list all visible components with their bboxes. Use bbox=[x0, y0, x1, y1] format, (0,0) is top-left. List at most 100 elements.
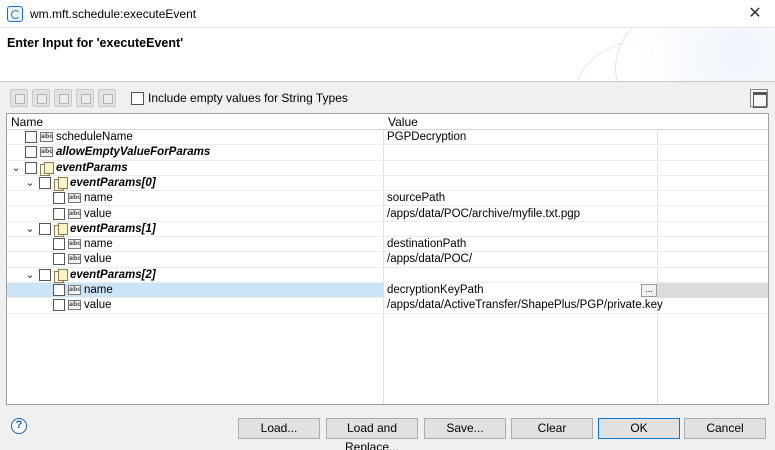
value-cell[interactable] bbox=[384, 145, 657, 160]
string-type-icon: abc bbox=[40, 147, 53, 158]
value-cell[interactable]: decryptionKeyPath bbox=[384, 283, 657, 298]
row-checkbox[interactable] bbox=[53, 207, 65, 220]
value-cell[interactable]: /apps/data/POC/archive/myfile.txt.pgp bbox=[384, 207, 657, 222]
table-row[interactable]: abc name decryptionKeyPath... bbox=[7, 283, 768, 299]
field-name: name bbox=[84, 238, 113, 251]
table-row[interactable]: ⌄ eventParams[2] bbox=[7, 268, 768, 283]
field-name: scheduleName bbox=[56, 131, 133, 143]
row-checkbox[interactable] bbox=[53, 238, 65, 251]
row-checkbox[interactable] bbox=[39, 176, 51, 189]
value-cell[interactable]: destinationPath bbox=[384, 237, 657, 252]
string-type-icon: abc bbox=[68, 300, 81, 311]
field-name: name bbox=[84, 284, 113, 296]
empty-cell bbox=[658, 283, 768, 298]
table-row[interactable]: abc scheduleName PGPDecryption bbox=[7, 130, 768, 146]
toolbar: Include empty values for String Types bbox=[0, 83, 775, 113]
save-button[interactable]: Save... bbox=[424, 418, 506, 439]
ok-button[interactable]: OK bbox=[598, 418, 680, 439]
value-cell[interactable]: /apps/data/POC/ bbox=[384, 252, 657, 267]
table-row[interactable]: abc value/apps/data/ActiveTransfer/ShapeP… bbox=[7, 298, 768, 314]
table-row[interactable]: abc name sourcePath bbox=[7, 191, 768, 207]
row-checkbox[interactable] bbox=[53, 299, 65, 312]
table-row[interactable]: abc value/apps/data/POC/archive/myfile.tx… bbox=[7, 207, 768, 222]
string-type-icon: abc bbox=[68, 285, 81, 295]
help-icon[interactable]: ? bbox=[11, 418, 27, 434]
include-empty-label: Include empty values for String Types bbox=[148, 91, 348, 105]
field-value: decryptionKeyPath bbox=[387, 284, 484, 296]
field-name: value bbox=[84, 207, 112, 220]
column-header-name[interactable]: Name bbox=[11, 115, 43, 129]
field-name: value bbox=[84, 299, 112, 312]
field-name: allowEmptyValueForParams bbox=[56, 146, 211, 159]
table-row[interactable]: ⌄ eventParams bbox=[7, 161, 768, 176]
string-type-icon: abc bbox=[40, 132, 53, 142]
field-value: /apps/data/POC/archive/myfile.txt.pgp bbox=[387, 207, 581, 220]
column-header-value[interactable]: Value bbox=[388, 115, 418, 129]
value-cell[interactable] bbox=[384, 176, 657, 191]
row-checkbox[interactable] bbox=[39, 222, 51, 235]
app-icon bbox=[7, 6, 23, 22]
document-icon bbox=[40, 161, 54, 176]
document-icon bbox=[54, 176, 68, 191]
header-decoration bbox=[615, 28, 775, 81]
table-row[interactable]: ⌄ eventParams[0] bbox=[7, 176, 768, 192]
title-bar: wm.mft.schedule:executeEvent ✕ bbox=[0, 0, 775, 28]
field-name: eventParams[0] bbox=[70, 176, 156, 189]
dialog-header: Enter Input for 'executeEvent' bbox=[0, 28, 775, 82]
row-checkbox[interactable] bbox=[25, 161, 37, 174]
row-checkbox[interactable] bbox=[53, 192, 65, 205]
document-icon bbox=[54, 268, 68, 283]
edit-icon[interactable] bbox=[98, 89, 116, 107]
string-type-icon: abc bbox=[68, 239, 81, 250]
expand-toggle-icon[interactable]: ⌄ bbox=[11, 162, 21, 175]
value-cell[interactable] bbox=[384, 161, 657, 176]
field-name: value bbox=[84, 253, 112, 266]
expand-icon[interactable] bbox=[10, 89, 28, 107]
value-cell[interactable]: PGPDecryption bbox=[384, 130, 657, 145]
expand-toggle-icon[interactable]: ⌄ bbox=[25, 177, 35, 190]
load-and-replace-button[interactable]: Load and Replace... bbox=[326, 418, 418, 450]
add-row-icon[interactable] bbox=[54, 89, 72, 107]
close-button[interactable]: ✕ bbox=[745, 4, 765, 24]
value-cell[interactable] bbox=[384, 222, 657, 237]
field-name: eventParams[2] bbox=[70, 268, 156, 281]
window-title: wm.mft.schedule:executeEvent bbox=[30, 7, 197, 21]
string-type-icon: abc bbox=[68, 193, 81, 204]
browse-button[interactable]: ... bbox=[641, 284, 657, 297]
button-bar: ? Load... Load and Replace... Save... Cl… bbox=[0, 408, 775, 450]
field-value: /apps/data/ActiveTransfer/ShapePlus/PGP/… bbox=[387, 299, 663, 312]
row-checkbox[interactable] bbox=[25, 131, 37, 143]
field-value: PGPDecryption bbox=[387, 131, 467, 143]
table-row[interactable]: ⌄ eventParams[1] bbox=[7, 222, 768, 238]
string-type-icon: abc bbox=[68, 254, 81, 265]
remove-row-icon[interactable] bbox=[76, 89, 94, 107]
string-type-icon: abc bbox=[68, 208, 81, 219]
field-name: eventParams bbox=[56, 161, 128, 174]
cancel-button[interactable]: Cancel bbox=[684, 418, 766, 439]
row-checkbox[interactable] bbox=[25, 146, 37, 159]
row-checkbox[interactable] bbox=[39, 268, 51, 281]
input-table: Name Value abc scheduleName PGPDecryption a… bbox=[6, 113, 769, 405]
value-cell[interactable] bbox=[384, 268, 657, 283]
collapse-icon[interactable] bbox=[32, 89, 50, 107]
table-header: Name Value bbox=[7, 114, 768, 130]
field-name: eventParams[1] bbox=[70, 222, 156, 235]
table-row[interactable]: abc name destinationPath bbox=[7, 237, 768, 253]
field-value: destinationPath bbox=[387, 238, 467, 251]
field-name: name bbox=[84, 192, 113, 205]
expand-toggle-icon[interactable]: ⌄ bbox=[25, 223, 35, 236]
table-row[interactable]: abc allowEmptyValueForParams bbox=[7, 145, 768, 161]
field-value: /apps/data/POC/ bbox=[387, 253, 473, 266]
field-value: sourcePath bbox=[387, 192, 446, 205]
row-checkbox[interactable] bbox=[53, 284, 65, 296]
table-row[interactable]: abc value/apps/data/POC/ bbox=[7, 252, 768, 268]
value-cell[interactable]: sourcePath bbox=[384, 191, 657, 206]
clear-button[interactable]: Clear bbox=[511, 418, 593, 439]
layout-toggle-icon[interactable] bbox=[750, 89, 768, 108]
load-button[interactable]: Load... bbox=[238, 418, 320, 439]
dialog-heading: Enter Input for 'executeEvent' bbox=[7, 36, 184, 50]
include-empty-checkbox[interactable] bbox=[131, 92, 144, 105]
value-cell[interactable]: /apps/data/ActiveTransfer/ShapePlus/PGP/… bbox=[384, 298, 663, 313]
row-checkbox[interactable] bbox=[53, 253, 65, 266]
expand-toggle-icon[interactable]: ⌄ bbox=[25, 269, 35, 282]
